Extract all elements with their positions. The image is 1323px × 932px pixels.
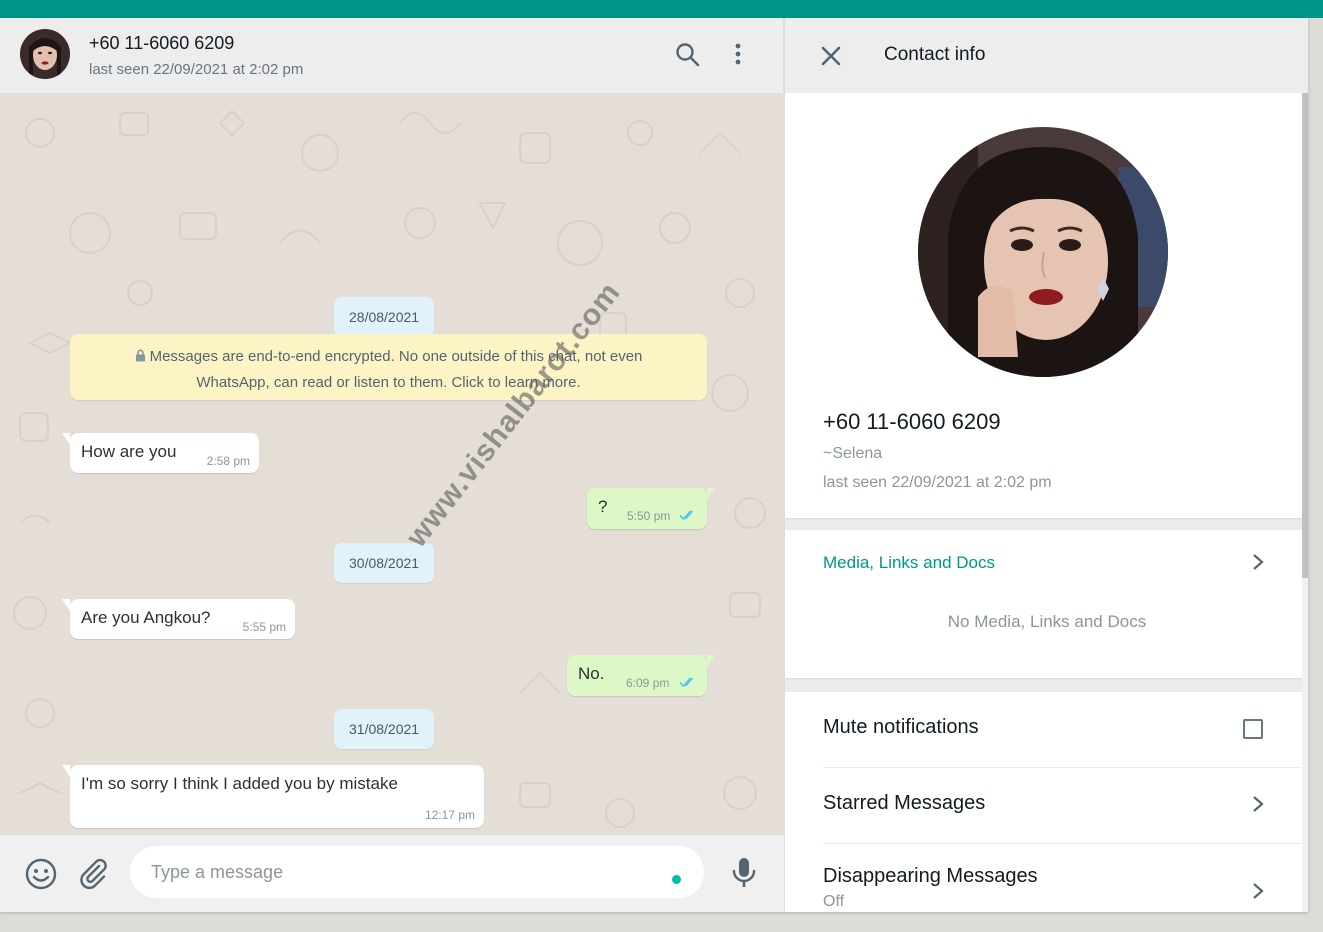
whatsapp-window: +60 11-6060 6209 last seen 22/09/2021 at… <box>0 18 1308 912</box>
contact-name[interactable]: +60 11-6060 6209 <box>89 33 234 54</box>
message-time: 2:58 pm <box>206 454 250 468</box>
contact-info-pane: Contact info +60 11-6060 6209 ~Selena la… <box>784 18 1308 912</box>
scrollbar-thumb[interactable] <box>1302 93 1308 578</box>
media-links-docs-link[interactable]: Media, Links and Docs <box>823 553 995 573</box>
contact-info-header: Contact info <box>785 18 1308 93</box>
message-time: 5:55 pm <box>242 620 286 634</box>
profile-card: +60 11-6060 6209 ~Selena last seen 22/09… <box>785 93 1302 518</box>
outgoing-message[interactable]: ? 5:50 pm <box>587 488 715 529</box>
media-empty-text: No Media, Links and Docs <box>947 612 1147 631</box>
mute-notifications-label: Mute notifications <box>823 716 979 738</box>
chat-pane: +60 11-6060 6209 last seen 22/09/2021 at… <box>0 18 784 912</box>
media-card: Media, Links and Docs No Media, Links an… <box>785 530 1302 678</box>
contact-last-seen: last seen 22/09/2021 at 2:02 pm <box>89 61 304 78</box>
close-icon[interactable] <box>819 44 843 68</box>
attach-icon[interactable] <box>77 857 109 894</box>
mic-icon[interactable] <box>730 856 758 895</box>
read-ticks-icon <box>679 510 694 521</box>
date-chip: 30/08/2021 <box>334 543 435 583</box>
disappearing-messages-value: Off <box>823 893 845 910</box>
message-text: How are you <box>81 442 177 461</box>
message-time: 12:17 pm <box>424 808 475 822</box>
read-ticks-icon <box>679 677 694 688</box>
chevron-right-icon[interactable] <box>1251 794 1265 814</box>
emoji-icon[interactable] <box>24 857 58 896</box>
profile-photo[interactable] <box>918 127 1168 377</box>
profile-phone-number: +60 11-6060 6209 <box>823 409 1001 434</box>
starred-messages-label: Starred Messages <box>823 792 986 814</box>
incoming-message[interactable]: How are you 2:58 pm <box>62 433 259 473</box>
message-text: ? <box>598 497 608 516</box>
date-chip: 31/08/2021 <box>334 709 435 749</box>
contact-avatar[interactable] <box>20 29 70 79</box>
menu-dots-icon[interactable] <box>723 40 753 70</box>
input-status-dot <box>672 875 681 884</box>
message-time: 5:50 pm <box>627 509 671 523</box>
chevron-right-icon[interactable] <box>1251 552 1265 572</box>
profile-last-seen: last seen 22/09/2021 at 2:02 pm <box>823 474 1052 491</box>
top-accent-bar <box>0 0 1323 18</box>
lock-icon <box>135 349 145 362</box>
encryption-notice[interactable]: Messages are end-to-end encrypted. No on… <box>70 334 707 400</box>
incoming-message[interactable]: Are you Angkou? 5:55 pm <box>62 599 295 639</box>
chat-messages-area[interactable]: 28/08/2021 Messages are end-to-end encry… <box>0 93 784 835</box>
outgoing-message[interactable]: No. 6:09 pm <box>567 655 715 696</box>
message-composer <box>0 835 784 912</box>
message-input[interactable] <box>130 846 704 898</box>
contact-info-title: Contact info <box>884 44 986 65</box>
chevron-right-icon[interactable] <box>1251 881 1265 901</box>
message-text: I'm so sorry I think I added you by mist… <box>81 774 398 793</box>
divider <box>823 767 1302 768</box>
profile-about: ~Selena <box>823 445 883 462</box>
incoming-message[interactable]: I'm so sorry I think I added you by mist… <box>62 765 484 828</box>
settings-card: Mute notifications Starred Messages Disa… <box>785 692 1302 912</box>
message-time: 6:09 pm <box>626 676 670 690</box>
message-text: No. <box>578 664 605 683</box>
date-chip: 28/08/2021 <box>334 297 435 337</box>
mute-notifications-checkbox[interactable] <box>1243 719 1263 739</box>
divider <box>823 843 1302 844</box>
message-text: Are you Angkou? <box>81 608 211 627</box>
search-icon[interactable] <box>673 40 703 70</box>
disappearing-messages-label: Disappearing Messages <box>823 865 1038 887</box>
chat-header[interactable]: +60 11-6060 6209 last seen 22/09/2021 at… <box>0 18 784 93</box>
contact-info-scroll[interactable]: +60 11-6060 6209 ~Selena last seen 22/09… <box>785 93 1302 912</box>
contact-info-scrollbar[interactable] <box>1302 93 1308 912</box>
